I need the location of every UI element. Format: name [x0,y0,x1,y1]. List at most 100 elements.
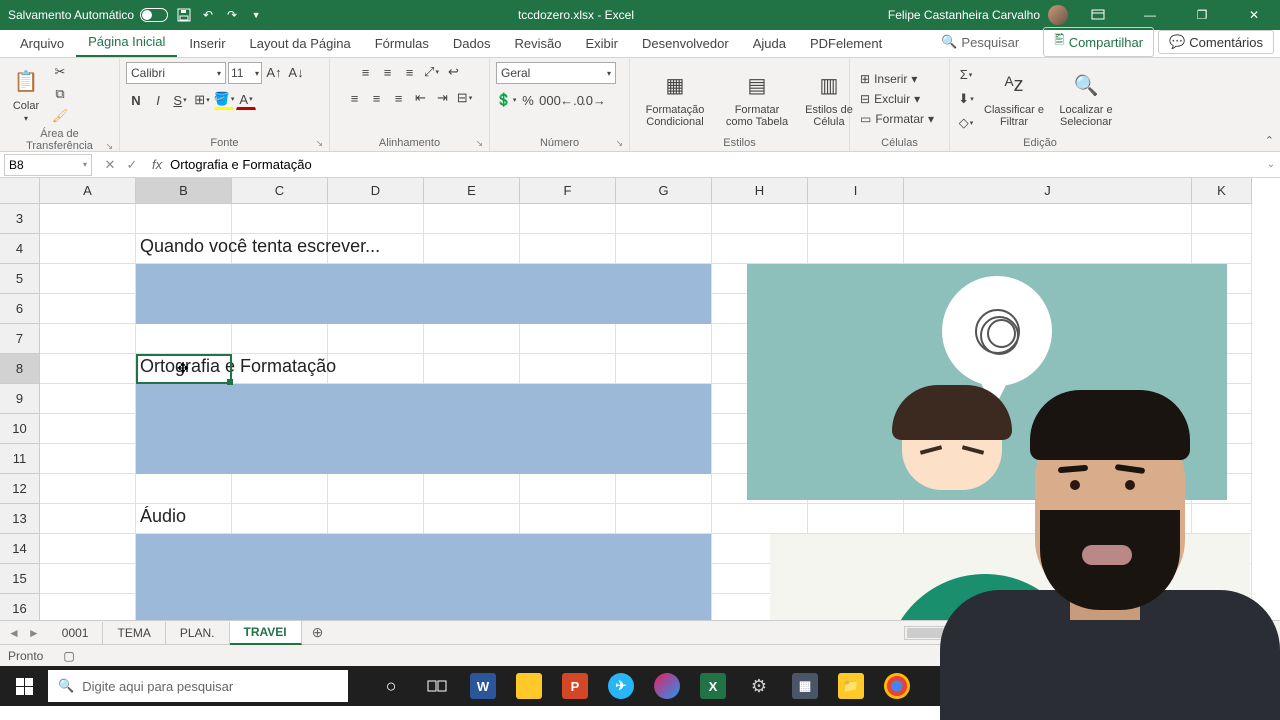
qat-dropdown-icon[interactable]: ▼ [248,7,264,23]
close-icon[interactable]: ✕ [1232,0,1276,30]
row-header-12[interactable]: 12 [0,474,40,504]
row-header-11[interactable]: 11 [0,444,40,474]
select-all-triangle[interactable] [0,178,40,204]
tab-pdfelement[interactable]: PDFelement [798,32,894,57]
row-header-13[interactable]: 13 [0,504,40,534]
number-launcher-icon[interactable]: ↘ [615,138,623,149]
row-header-10[interactable]: 10 [0,414,40,444]
tab-dados[interactable]: Dados [441,32,503,57]
search-menu[interactable]: 🔍 Pesquisar [921,34,1039,50]
align-top-icon[interactable]: ≡ [356,62,376,82]
cut-icon[interactable]: ✂ [50,62,70,82]
username-label[interactable]: Felipe Castanheira Carvalho [888,8,1040,22]
tab-formulas[interactable]: Fórmulas [363,32,441,57]
col-header-e[interactable]: E [424,178,520,204]
border-icon[interactable]: ⊞▾ [192,90,212,110]
cortana-icon[interactable]: ○ [368,666,414,706]
taskbar-explorer-icon[interactable]: 📁 [828,666,874,706]
tab-arquivo[interactable]: Arquivo [8,32,76,57]
sheet-tab-plan[interactable]: PLAN. [166,622,230,644]
share-button[interactable]: 🖺 Compartilhar [1043,27,1154,57]
row-header-4[interactable]: 4 [0,234,40,264]
sheet-nav-next-icon[interactable]: ► [28,626,40,640]
font-name-selector[interactable]: Calibri▾ [126,62,226,84]
fx-icon[interactable]: fx [146,157,168,172]
row-header-8[interactable]: 8 [0,354,40,384]
taskbar-word-icon[interactable]: W [460,666,506,706]
row-header-5[interactable]: 5 [0,264,40,294]
taskbar-chrome-icon[interactable] [874,666,920,706]
indent-decrease-icon[interactable]: ⇤ [411,88,431,108]
delete-cells-button[interactable]: ⊟Excluir ▾ [856,91,938,107]
font-size-selector[interactable]: 11▾ [228,62,262,84]
enter-formula-icon[interactable]: ✓ [122,157,142,173]
fill-color-icon[interactable]: 🪣▾ [214,90,234,110]
format-cells-button[interactable]: ▭Formatar ▾ [856,111,938,127]
tab-layout[interactable]: Layout da Página [238,32,363,57]
copy-icon[interactable]: ⧉ [50,84,70,104]
alignment-launcher-icon[interactable]: ↘ [475,138,483,149]
insert-cells-button[interactable]: ⊞Inserir ▾ [856,71,938,87]
clipboard-launcher-icon[interactable]: ↘ [105,141,113,152]
taskbar-powerpoint-icon[interactable]: P [552,666,598,706]
user-avatar[interactable] [1048,5,1068,25]
tab-desenvolvedor[interactable]: Desenvolvedor [630,32,741,57]
row-header-14[interactable]: 14 [0,534,40,564]
format-as-table-button[interactable]: ▤Formatar como Tabela [718,68,796,130]
col-header-j[interactable]: J [904,178,1192,204]
save-icon[interactable] [176,7,192,23]
collapse-ribbon-icon[interactable]: ⌃ [1265,134,1274,147]
underline-button[interactable]: S▾ [170,90,190,110]
toggle-switch[interactable] [140,8,168,22]
taskbar-app-icon[interactable] [644,666,690,706]
currency-icon[interactable]: 💲▾ [496,90,516,110]
redo-icon[interactable]: ↷ [224,7,240,23]
comma-icon[interactable]: 000 [540,90,560,110]
start-button[interactable] [0,666,48,706]
cell-b4[interactable]: Quando você tenta escrever... [136,234,384,259]
increase-font-icon[interactable]: A↑ [264,62,284,82]
align-left-icon[interactable]: ≡ [345,88,365,108]
row-header-16[interactable]: 16 [0,594,40,620]
col-header-b[interactable]: B [136,178,232,204]
cell-b8[interactable]: Ortografia e Formatação [136,354,340,379]
col-header-h[interactable]: H [712,178,808,204]
col-header-i[interactable]: I [808,178,904,204]
decrease-decimal-icon[interactable]: .0→ [584,90,604,110]
align-center-icon[interactable]: ≡ [367,88,387,108]
ribbon-display-icon[interactable] [1076,0,1120,30]
number-format-selector[interactable]: Geral▾ [496,62,616,84]
merge-icon[interactable]: ⊟▾ [455,88,475,108]
tab-revisao[interactable]: Revisão [503,32,574,57]
tab-ajuda[interactable]: Ajuda [741,32,798,57]
add-sheet-icon[interactable]: ⊕ [302,624,334,641]
increase-decimal-icon[interactable]: ←.0 [562,90,582,110]
tab-inserir[interactable]: Inserir [177,32,237,57]
macro-record-icon[interactable]: ▢ [63,649,74,663]
row-header-15[interactable]: 15 [0,564,40,594]
undo-icon[interactable]: ↶ [200,7,216,23]
fill-icon[interactable]: ⬇▾ [956,89,976,109]
formula-input[interactable]: Ortografia e Formatação [168,155,1262,174]
sheet-tab-tema[interactable]: TEMA [103,622,165,644]
col-header-d[interactable]: D [328,178,424,204]
col-header-a[interactable]: A [40,178,136,204]
sheet-tab-0001[interactable]: 0001 [48,622,104,644]
taskbar-calculator-icon[interactable]: ▦ [782,666,828,706]
orientation-icon[interactable]: ⤢▾ [422,62,442,82]
clear-icon[interactable]: ◇▾ [956,113,976,133]
paste-button[interactable]: 📋 Colar ▾ [6,64,46,125]
taskbar-excel-icon[interactable]: X [690,666,736,706]
row-header-9[interactable]: 9 [0,384,40,414]
task-view-icon[interactable] [414,666,460,706]
align-middle-icon[interactable]: ≡ [378,62,398,82]
cancel-formula-icon[interactable]: ✕ [100,157,120,173]
sort-filter-button[interactable]: ᴬzClassificar e Filtrar [980,68,1048,130]
font-launcher-icon[interactable]: ↘ [315,138,323,149]
conditional-formatting-button[interactable]: ▦Formatação Condicional [636,68,714,130]
row-header-6[interactable]: 6 [0,294,40,324]
find-select-button[interactable]: 🔍Localizar e Selecionar [1052,68,1120,130]
decrease-font-icon[interactable]: A↓ [286,62,306,82]
align-right-icon[interactable]: ≡ [389,88,409,108]
tab-pagina-inicial[interactable]: Página Inicial [76,30,177,57]
